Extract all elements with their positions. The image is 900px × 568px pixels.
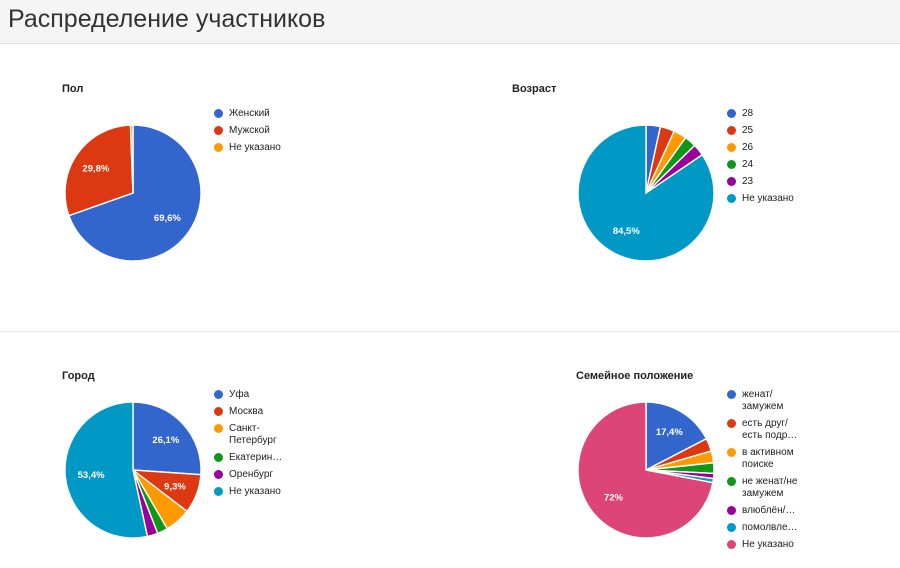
pie-svg-city: 26,1% 9,3% 53,4% — [64, 401, 202, 539]
legend-item-label: в активном поиске — [742, 447, 794, 470]
legend-item[interactable]: помолвле… — [727, 522, 798, 534]
legend-item-label: женат/ замужем — [742, 389, 784, 412]
chart-title-city: Город — [62, 370, 95, 382]
legend-item[interactable]: 23 — [727, 176, 794, 188]
pie-chart-gender[interactable]: 69,6% 29,8% — [63, 123, 203, 263]
pie-chart-city[interactable]: 26,1% 9,3% 53,4% — [63, 400, 203, 540]
legend-item-label: не женат/не замужем — [742, 476, 798, 499]
legend-color-swatch-icon — [727, 143, 736, 152]
legend-item[interactable]: не женат/не замужем — [727, 476, 798, 500]
pie-slice-label: 29,8% — [82, 163, 109, 174]
legend-item-label: Оренбург — [229, 469, 274, 480]
legend-city: Уфа Москва Санкт- Петербург Екатерин… Оренбу… — [214, 389, 282, 503]
legend-color-swatch-icon — [727, 448, 736, 457]
pie-slice-label: 84,5% — [613, 226, 640, 237]
page-header: Распределение участников — [0, 0, 900, 44]
legend-color-swatch-icon — [727, 109, 736, 118]
legend-item-label: помолвле… — [742, 522, 798, 533]
pie-slice-label: 26,1% — [152, 435, 179, 446]
legend-item[interactable]: женат/ замужем — [727, 389, 798, 413]
legend-color-swatch-icon — [727, 390, 736, 399]
chart-title-marital: Семейное положение — [576, 370, 694, 382]
legend-item-label: Мужской — [229, 125, 270, 136]
legend-item[interactable]: Оренбург — [214, 469, 282, 481]
legend-item-label: есть друг/ есть подр… — [742, 418, 798, 441]
legend-item[interactable]: есть друг/ есть подр… — [727, 418, 798, 442]
legend-item[interactable]: 28 — [727, 108, 794, 120]
legend-item[interactable]: Не указано — [727, 193, 794, 205]
pie-slice-label: 53,4% — [78, 470, 105, 481]
pie-slice-label: 9,3% — [164, 481, 186, 492]
legend-color-swatch-icon — [727, 160, 736, 169]
legend-color-swatch-icon — [214, 143, 223, 152]
legend-item-label: влюблён/… — [742, 505, 796, 516]
pie-slice-label: 69,6% — [154, 213, 181, 224]
legend-item[interactable]: Женский — [214, 108, 281, 120]
legend-color-swatch-icon — [214, 470, 223, 479]
pie-slice-label: 17,4% — [656, 427, 683, 438]
dashboard-page: Распределение участников Пол 69,6% 29,8% … — [0, 0, 900, 568]
legend-color-swatch-icon — [214, 487, 223, 496]
legend-marital: женат/ замужем есть друг/ есть подр… в акт… — [727, 389, 798, 556]
legend-age: 28 25 26 24 23 Не указано — [727, 108, 794, 210]
page-title: Распределение участников — [8, 5, 326, 33]
pie-svg-age: 84,5% — [577, 124, 715, 262]
legend-item[interactable]: Уфа — [214, 389, 282, 401]
legend-item[interactable]: Не указано — [214, 486, 282, 498]
legend-item-label: 28 — [742, 108, 754, 119]
legend-item-label: Москва — [229, 406, 264, 417]
pie-svg-gender: 69,6% 29,8% — [64, 124, 202, 262]
chart-title-gender: Пол — [62, 83, 84, 95]
legend-color-swatch-icon — [214, 126, 223, 135]
legend-color-swatch-icon — [727, 419, 736, 428]
legend-color-swatch-icon — [727, 126, 736, 135]
legend-item[interactable]: Санкт- Петербург — [214, 423, 282, 447]
legend-item-label: Не указано — [229, 142, 281, 153]
legend-item[interactable]: Москва — [214, 406, 282, 418]
legend-item[interactable]: влюблён/… — [727, 505, 798, 517]
chart-panel-marital: Семейное положение 17,4% 72% женат/ замуж… — [450, 331, 900, 568]
legend-item-label: Не указано — [742, 539, 794, 550]
legend-color-swatch-icon — [214, 424, 223, 433]
chart-panel-age: Возраст 84,5% 28 25 26 24 23 Не указано — [450, 45, 900, 331]
legend-item[interactable]: в активном поиске — [727, 447, 798, 471]
legend-item[interactable]: Не указано — [214, 142, 281, 154]
legend-color-swatch-icon — [727, 194, 736, 203]
legend-item[interactable]: Мужской — [214, 125, 281, 137]
legend-item[interactable]: 25 — [727, 125, 794, 137]
legend-item-label: Не указано — [229, 486, 281, 497]
legend-color-swatch-icon — [727, 477, 736, 486]
legend-gender: Женский Мужской Не указано — [214, 108, 281, 159]
legend-item[interactable]: 24 — [727, 159, 794, 171]
legend-item-label: 26 — [742, 142, 754, 153]
legend-item-label: Женский — [229, 108, 270, 119]
legend-item[interactable]: 26 — [727, 142, 794, 154]
legend-color-swatch-icon — [214, 109, 223, 118]
legend-color-swatch-icon — [727, 506, 736, 515]
legend-color-swatch-icon — [214, 390, 223, 399]
pie-svg-marital: 17,4% 72% — [577, 401, 715, 539]
legend-item-label: Санкт- Петербург — [229, 423, 277, 446]
legend-color-swatch-icon — [727, 177, 736, 186]
legend-item-label: 23 — [742, 176, 754, 187]
legend-item-label: Уфа — [229, 389, 250, 400]
legend-color-swatch-icon — [214, 453, 223, 462]
legend-item-label: 25 — [742, 125, 754, 136]
pie-slice-label: 72% — [604, 492, 624, 503]
legend-color-swatch-icon — [727, 540, 736, 549]
legend-item-label: Не указано — [742, 193, 794, 204]
legend-item[interactable]: Екатерин… — [214, 452, 282, 464]
legend-color-swatch-icon — [727, 523, 736, 532]
pie-chart-age[interactable]: 84,5% — [576, 123, 716, 263]
legend-color-swatch-icon — [214, 407, 223, 416]
chart-panel-gender: Пол 69,6% 29,8% Женский Мужской Не указано — [0, 45, 450, 331]
chart-panel-city: Город 26,1% 9,3% 53,4% Уфа Москва Санкт- Пет… — [0, 331, 450, 568]
legend-item[interactable]: Не указано — [727, 539, 798, 551]
chart-title-age: Возраст — [512, 83, 557, 95]
legend-item-label: Екатерин… — [229, 452, 283, 463]
legend-item-label: 24 — [742, 159, 754, 170]
pie-chart-marital[interactable]: 17,4% 72% — [576, 400, 716, 540]
